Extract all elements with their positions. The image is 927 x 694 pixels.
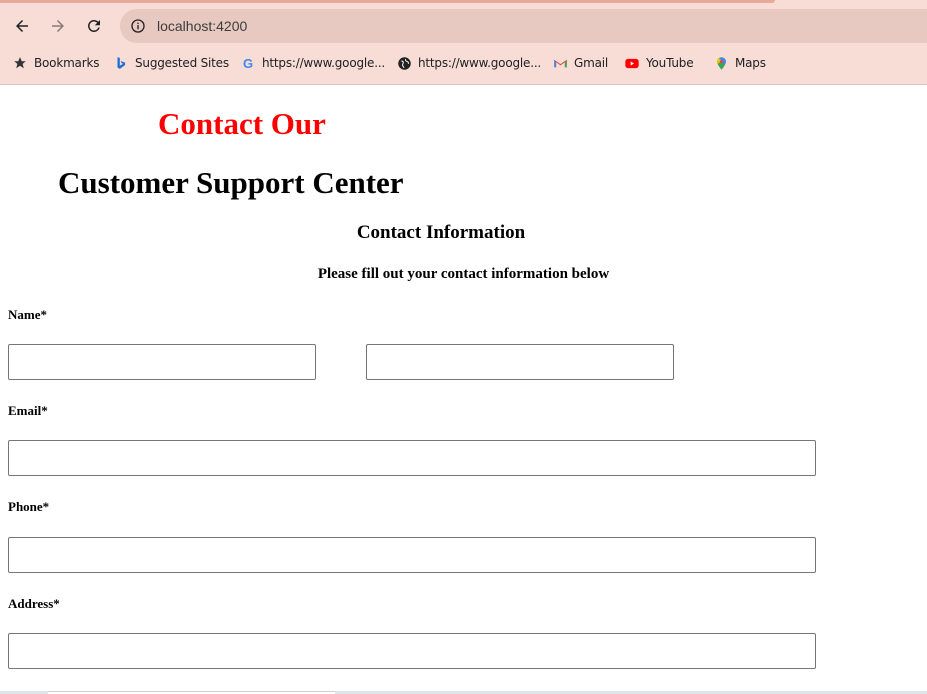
bookmark-label: Suggested Sites	[135, 56, 229, 70]
email-input[interactable]	[8, 440, 816, 476]
phone-label: Phone*	[8, 499, 50, 514]
last-name-input[interactable]	[366, 344, 674, 380]
section-subheading: Please fill out your contact information…	[317, 266, 610, 282]
back-button[interactable]	[9, 13, 35, 39]
address-label: Address*	[8, 596, 60, 611]
address-bar[interactable]: localhost:4200	[120, 9, 927, 43]
page-title-line1: Contact Our	[158, 106, 326, 141]
address-input[interactable]	[8, 633, 816, 669]
forward-button[interactable]	[45, 13, 71, 39]
page-title-line2: Customer Support Center	[58, 165, 404, 200]
google-icon: G	[243, 55, 253, 71]
first-name-input[interactable]	[8, 344, 316, 380]
email-label: Email*	[8, 403, 48, 418]
bing-icon	[113, 55, 129, 71]
bookmark-label: YouTube	[646, 56, 694, 70]
reload-icon	[87, 19, 100, 32]
bookmark-bookmarks[interactable]: Bookmarks	[12, 50, 99, 76]
bookmark-maps[interactable]: Maps	[713, 50, 766, 76]
bookmark-label: Maps	[735, 56, 766, 70]
bookmark-label: https://www.google...	[262, 56, 386, 70]
bookmark-google-2[interactable]: https://www.google...	[396, 50, 541, 76]
bookmark-google-1[interactable]: G https://www.google...	[240, 50, 385, 76]
url-text: localhost:4200	[157, 18, 248, 34]
name-label: Name*	[8, 307, 47, 322]
bookmark-label: Bookmarks	[34, 56, 100, 70]
bookmark-suggested-sites[interactable]: Suggested Sites	[113, 50, 229, 76]
bookmark-gmail[interactable]: Gmail	[552, 50, 608, 76]
site-info-icon[interactable]	[130, 18, 146, 34]
phone-input[interactable]	[8, 537, 816, 573]
section-heading: Contact Information	[356, 222, 526, 243]
maps-icon	[713, 55, 729, 71]
reload-button[interactable]	[81, 13, 107, 39]
youtube-icon	[624, 55, 640, 71]
globe-icon	[396, 55, 412, 71]
back-arrow-icon	[16, 20, 28, 32]
page-content: Contact Our Customer Support Center Cont…	[0, 85, 927, 694]
browser-toolbar: localhost:4200 Bookmarks Suggested Sites…	[0, 0, 927, 85]
active-tab-edge	[0, 0, 775, 3]
gmail-icon	[552, 55, 568, 71]
bookmark-label: https://www.google...	[418, 56, 542, 70]
forward-arrow-icon	[52, 20, 64, 32]
bookmark-label: Gmail	[574, 56, 609, 70]
star-icon	[12, 55, 28, 71]
bookmark-youtube[interactable]: YouTube	[624, 50, 694, 76]
